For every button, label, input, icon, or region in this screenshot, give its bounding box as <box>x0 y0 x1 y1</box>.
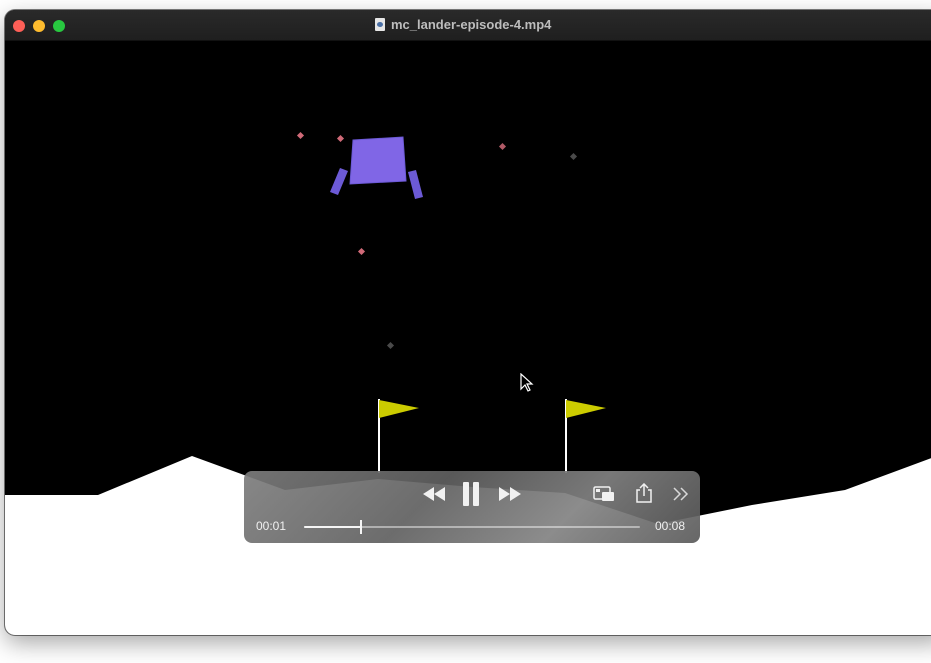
video-area[interactable]: 00:01 00:08 <box>5 41 931 635</box>
rewind-icon <box>423 487 445 501</box>
picture-in-picture-button[interactable] <box>590 483 618 505</box>
fast-forward-icon <box>499 487 521 501</box>
playback-progress-fill <box>304 526 362 528</box>
playback-controls: 00:01 00:08 <box>244 471 700 543</box>
lander <box>330 136 423 199</box>
share-button[interactable] <box>632 481 656 505</box>
minimize-window-button[interactable] <box>33 20 45 32</box>
more-controls-button[interactable] <box>670 483 692 505</box>
window-title-text: mc_lander-episode-4.mp4 <box>391 17 552 32</box>
pause-icon <box>463 482 479 506</box>
exhaust-particles <box>296 131 578 350</box>
window-title: mc_lander-episode-4.mp4 <box>375 17 551 32</box>
close-window-button[interactable] <box>13 20 25 32</box>
share-icon <box>636 483 652 503</box>
zoom-window-button[interactable] <box>53 20 65 32</box>
picture-in-picture-icon <box>593 486 614 501</box>
rewind-button[interactable] <box>420 483 448 505</box>
current-time: 00:01 <box>256 519 287 533</box>
title-bar[interactable]: mc_lander-episode-4.mp4 <box>5 10 931 41</box>
playback-playhead[interactable] <box>360 520 363 534</box>
lunar-lander-scene <box>5 131 931 635</box>
total-time: 00:08 <box>655 519 686 533</box>
landing-flag-left <box>378 399 419 473</box>
landing-flag-right <box>565 399 606 473</box>
playback-scrubber[interactable] <box>304 520 640 534</box>
pause-button[interactable] <box>458 479 484 509</box>
fast-forward-button[interactable] <box>496 483 524 505</box>
chevron-double-right-icon <box>673 487 689 501</box>
mouse-pointer-icon <box>520 373 534 392</box>
video-file-icon <box>375 18 385 31</box>
video-player-window: mc_lander-episode-4.mp4 00:01 00:08 <box>5 10 931 635</box>
